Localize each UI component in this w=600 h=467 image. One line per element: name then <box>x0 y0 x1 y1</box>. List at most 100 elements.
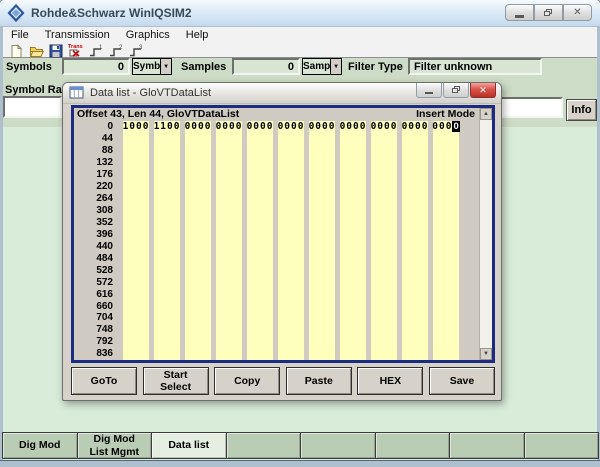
bit-group-cell[interactable] <box>154 228 180 240</box>
bit-group-cell[interactable] <box>402 300 428 312</box>
save-button[interactable] <box>47 43 65 58</box>
data-row[interactable]: 352 <box>74 217 479 229</box>
bit-group-cell[interactable] <box>340 145 366 157</box>
data-row[interactable]: 132 <box>74 157 479 169</box>
bit-group-cell[interactable] <box>216 324 242 336</box>
bit-group-cell[interactable] <box>123 312 149 324</box>
bit-group-cell[interactable] <box>154 300 180 312</box>
bit-group-cell[interactable] <box>216 252 242 264</box>
bit-group-cell[interactable] <box>278 145 304 157</box>
bit-group-cell[interactable] <box>216 288 242 300</box>
bit-group-cell[interactable] <box>278 133 304 145</box>
bit-group-cell[interactable] <box>309 288 335 300</box>
bit-group-cell[interactable] <box>402 348 428 360</box>
bit-group-cell[interactable] <box>154 312 180 324</box>
bit-group-cell[interactable] <box>185 228 211 240</box>
data-row[interactable]: 792 <box>74 336 479 348</box>
bit-group-cell[interactable] <box>433 336 459 348</box>
bit-group-cell[interactable] <box>278 228 304 240</box>
dialog-minimize-button[interactable] <box>416 83 442 98</box>
bit-group-cell[interactable] <box>433 348 459 360</box>
bit-group-cell[interactable] <box>340 300 366 312</box>
bit-group-cell[interactable] <box>340 217 366 229</box>
data-row[interactable]: 176 <box>74 169 479 181</box>
bit-group-cell[interactable] <box>278 205 304 217</box>
bit-group-cell[interactable] <box>433 193 459 205</box>
bit-group-cell[interactable] <box>123 252 149 264</box>
bit-group-cell[interactable] <box>185 336 211 348</box>
bit-group-cell[interactable] <box>185 348 211 360</box>
bit-group-cell[interactable] <box>185 252 211 264</box>
data-row[interactable]: 528 <box>74 264 479 276</box>
bit-group-cell[interactable] <box>278 252 304 264</box>
bit-group-cell[interactable] <box>371 336 397 348</box>
bit-group-cell[interactable] <box>433 264 459 276</box>
bit-group-cell[interactable] <box>154 193 180 205</box>
menu-file[interactable]: File <box>3 29 37 41</box>
bit-group-cell[interactable] <box>216 181 242 193</box>
bit-group-cell[interactable] <box>154 169 180 181</box>
bit-group-cell[interactable] <box>340 157 366 169</box>
bit-group-cell[interactable] <box>371 181 397 193</box>
bit-group-cell[interactable]: 0000 <box>402 121 428 133</box>
bit-group-cell[interactable] <box>154 205 180 217</box>
bit-group-cell[interactable]: 0000 <box>247 121 273 133</box>
bit-group-cell[interactable] <box>185 193 211 205</box>
bit-group-cell[interactable] <box>247 145 273 157</box>
bit-group-cell[interactable] <box>185 169 211 181</box>
bit-group-cell[interactable] <box>402 205 428 217</box>
bit-group-cell[interactable] <box>309 324 335 336</box>
bit-group-cell[interactable] <box>123 181 149 193</box>
bit-group-cell[interactable] <box>309 264 335 276</box>
bit-group-cell[interactable] <box>154 145 180 157</box>
bit-group-cell[interactable] <box>402 181 428 193</box>
bit-group-cell[interactable] <box>402 324 428 336</box>
bit-group-cell[interactable] <box>309 312 335 324</box>
data-row[interactable]: 704 <box>74 312 479 324</box>
bit-group-cell[interactable] <box>402 228 428 240</box>
bit-group-cell[interactable] <box>216 276 242 288</box>
bit-group-cell[interactable] <box>216 264 242 276</box>
bit-group-cell[interactable] <box>123 217 149 229</box>
bit-group-cell[interactable] <box>433 181 459 193</box>
bit-group-cell[interactable] <box>247 288 273 300</box>
bit-group-cell[interactable] <box>278 324 304 336</box>
bit-group-cell[interactable] <box>402 193 428 205</box>
menu-help[interactable]: Help <box>178 29 217 41</box>
bit-group-cell[interactable] <box>278 193 304 205</box>
data-row[interactable]: 748 <box>74 324 479 336</box>
bit-group-cell[interactable] <box>402 157 428 169</box>
bit-group-cell[interactable] <box>309 276 335 288</box>
bit-group-cell[interactable] <box>433 324 459 336</box>
bit-group-cell[interactable] <box>309 348 335 360</box>
bit-group-cell[interactable] <box>309 240 335 252</box>
bit-group-cell[interactable] <box>340 133 366 145</box>
bit-group-cell[interactable] <box>216 133 242 145</box>
bit-group-cell[interactable] <box>185 276 211 288</box>
bit-group-cell[interactable] <box>371 145 397 157</box>
bit-group-cell[interactable] <box>247 276 273 288</box>
bit-group-cell[interactable] <box>216 157 242 169</box>
data-row[interactable]: 396 <box>74 228 479 240</box>
data-row[interactable]: 264 <box>74 193 479 205</box>
taskbar-tab-empty[interactable] <box>300 432 376 459</box>
bit-group-cell[interactable] <box>216 348 242 360</box>
bit-group-cell[interactable] <box>123 288 149 300</box>
data-grid[interactable]: 0100011000000000000000000000000000000000… <box>74 121 479 360</box>
bit-group-cell[interactable] <box>154 240 180 252</box>
bit-group-cell[interactable] <box>247 193 273 205</box>
bit-group-cell[interactable] <box>185 324 211 336</box>
bit-group-cell[interactable] <box>154 324 180 336</box>
bit-group-cell[interactable] <box>278 240 304 252</box>
taskbar-tab-data-list[interactable]: Data list <box>151 432 227 459</box>
samples-field[interactable]: 0 <box>232 58 300 75</box>
bit-group-cell[interactable] <box>309 181 335 193</box>
symbol-rate-field[interactable] <box>3 96 62 118</box>
bit-group-cell[interactable] <box>278 264 304 276</box>
bit-group-cell[interactable] <box>123 193 149 205</box>
bit-group-cell[interactable] <box>123 324 149 336</box>
bit-group-cell[interactable] <box>433 205 459 217</box>
bit-group-cell[interactable] <box>123 348 149 360</box>
dialog-button-save[interactable]: Save <box>429 367 495 395</box>
bit-group-cell[interactable] <box>247 336 273 348</box>
